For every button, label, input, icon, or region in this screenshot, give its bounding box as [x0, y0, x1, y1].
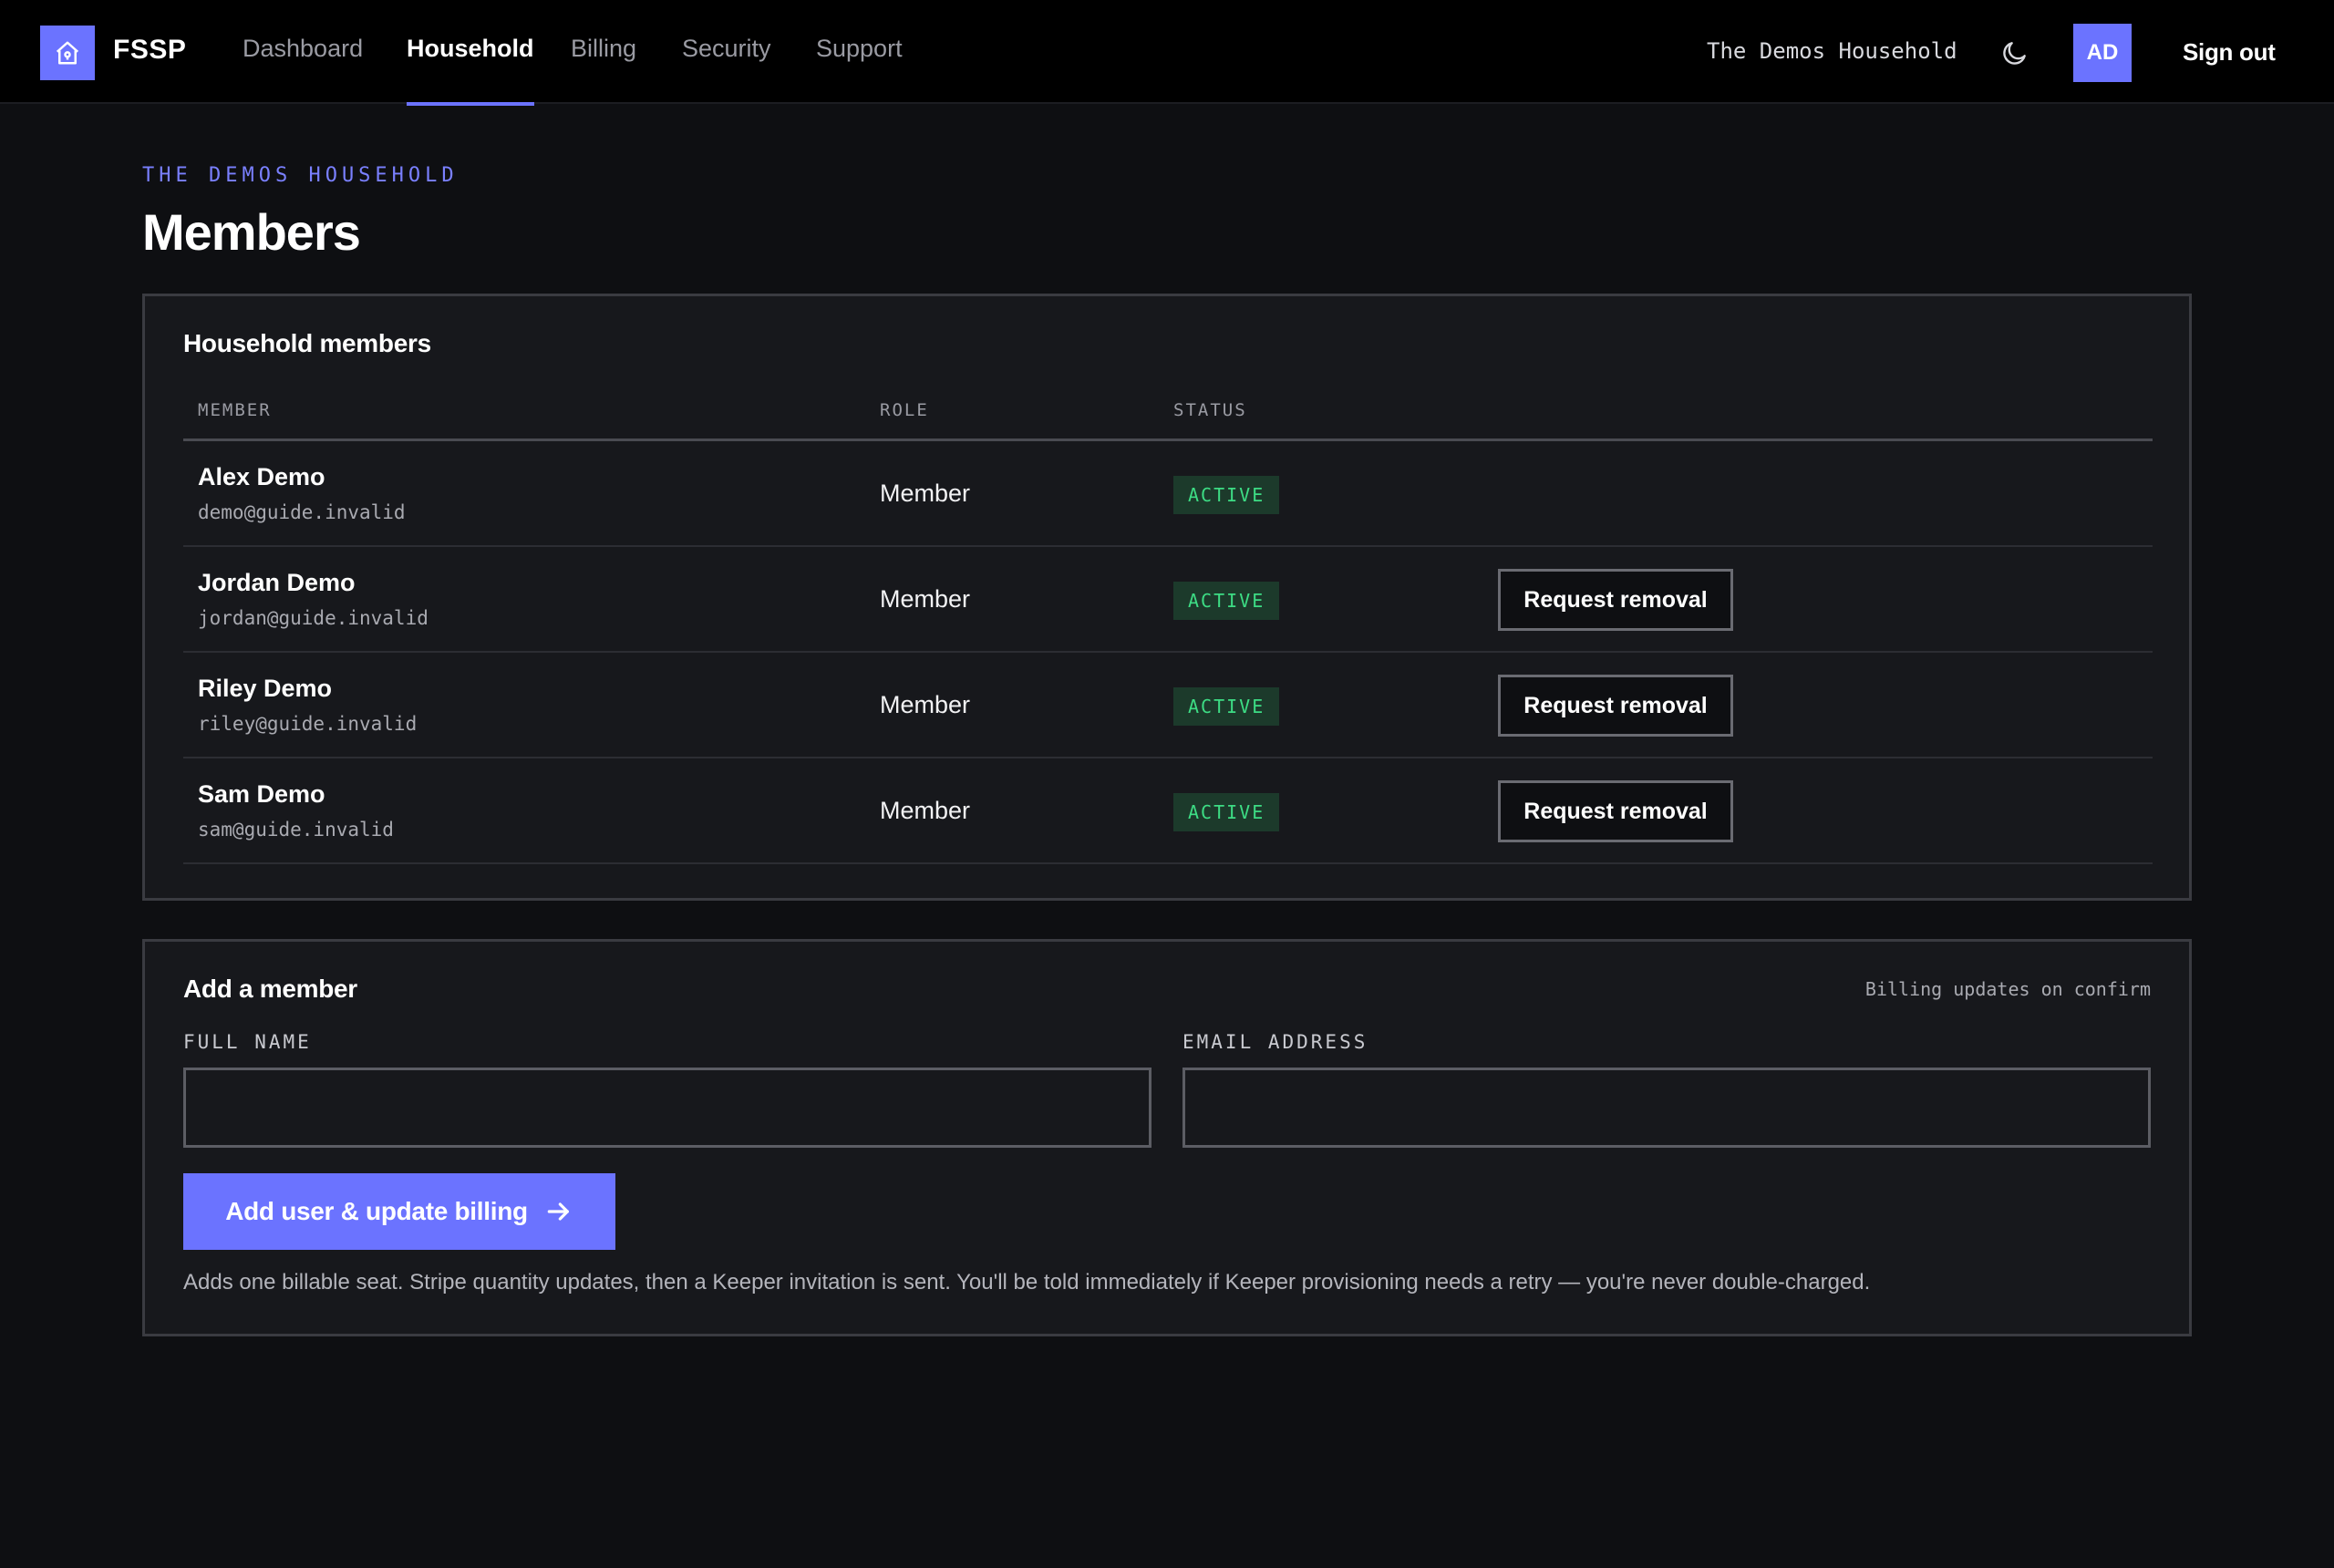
status-badge: ACTIVE	[1173, 582, 1280, 620]
status-badge: ACTIVE	[1173, 687, 1280, 726]
nav-tab-label: Billing	[571, 35, 637, 62]
member-role: Member	[880, 691, 971, 718]
email-address-input[interactable]	[1182, 1068, 2151, 1148]
request-removal-button[interactable]: Request removal	[1498, 675, 1733, 737]
member-name: Riley Demo	[198, 675, 333, 702]
household-switcher[interactable]: The Demos Household	[1707, 38, 1957, 64]
member-email: riley@guide.invalid	[198, 713, 418, 735]
member-name: Alex Demo	[198, 463, 325, 490]
user-avatar[interactable]: AD	[2073, 24, 2132, 82]
top-navigation-bar: FSSP Dashboard Household Billing Securit…	[0, 0, 2334, 106]
card-title: Household members	[183, 329, 431, 357]
member-name: Sam Demo	[198, 780, 325, 808]
table-row: Riley Demo riley@guide.invalid Member AC…	[183, 653, 2153, 758]
request-removal-button[interactable]: Request removal	[1498, 569, 1733, 631]
nav-tab-dashboard[interactable]: Dashboard	[243, 35, 363, 104]
logo-mark[interactable]	[40, 26, 95, 80]
status-badge: ACTIVE	[1173, 476, 1280, 514]
house-icon	[56, 41, 79, 65]
member-email: sam@guide.invalid	[198, 819, 394, 841]
arrow-right-icon	[547, 1202, 569, 1221]
nav-tab-household[interactable]: Household	[407, 35, 534, 106]
nav-tab-label: Security	[682, 35, 771, 62]
household-members-card: Household members MEMBER ROLE STATUS Ale…	[142, 294, 2192, 901]
active-tab-indicator	[407, 102, 534, 106]
button-label: Add user & update billing	[225, 1197, 528, 1225]
member-role: Member	[880, 480, 971, 507]
moon-icon	[2003, 42, 2026, 65]
table-row: Jordan Demo jordan@guide.invalid Member …	[183, 547, 2153, 653]
member-role: Member	[880, 585, 971, 613]
nav-tab-label: Dashboard	[243, 35, 364, 62]
billing-note: Billing updates on confirm	[1864, 978, 2151, 1000]
status-badge: ACTIVE	[1173, 793, 1280, 831]
page-eyebrow: THE DEMOS HOUSEHOLD	[142, 164, 459, 187]
add-user-update-billing-button[interactable]: Add user & update billing	[183, 1173, 615, 1250]
logo-text[interactable]: FSSP	[113, 35, 186, 66]
nav-tab-billing[interactable]: Billing	[571, 35, 636, 104]
theme-toggle-button[interactable]	[2000, 38, 2029, 67]
nav-tab-support[interactable]: Support	[816, 35, 903, 104]
column-header-status: STATUS	[1173, 400, 1247, 420]
column-header-member: MEMBER	[198, 400, 272, 420]
page-title: Members	[142, 203, 361, 261]
nav-tab-security[interactable]: Security	[682, 35, 771, 104]
add-member-card: Add a member Billing updates on confirm …	[142, 939, 2192, 1336]
table-row: Alex Demo demo@guide.invalid Member ACTI…	[183, 441, 2153, 547]
full-name-label: FULL NAME	[183, 1031, 312, 1053]
nav-tab-label: Support	[816, 35, 903, 62]
card-title: Add a member	[183, 975, 357, 1003]
member-email: jordan@guide.invalid	[198, 607, 429, 629]
sign-out-button[interactable]: Sign out	[2183, 38, 2276, 67]
email-address-label: EMAIL ADDRESS	[1182, 1031, 1368, 1053]
table-row: Sam Demo sam@guide.invalid Member ACTIVE…	[183, 758, 2153, 864]
nav-tab-label: Household	[407, 35, 534, 62]
request-removal-button[interactable]: Request removal	[1498, 780, 1733, 842]
member-role: Member	[880, 797, 971, 824]
full-name-input[interactable]	[183, 1068, 1152, 1148]
column-header-role: ROLE	[880, 400, 929, 420]
member-email: demo@guide.invalid	[198, 501, 406, 523]
member-name: Jordan Demo	[198, 569, 356, 596]
help-text: Adds one billable seat. Stripe quantity …	[183, 1270, 1871, 1295]
